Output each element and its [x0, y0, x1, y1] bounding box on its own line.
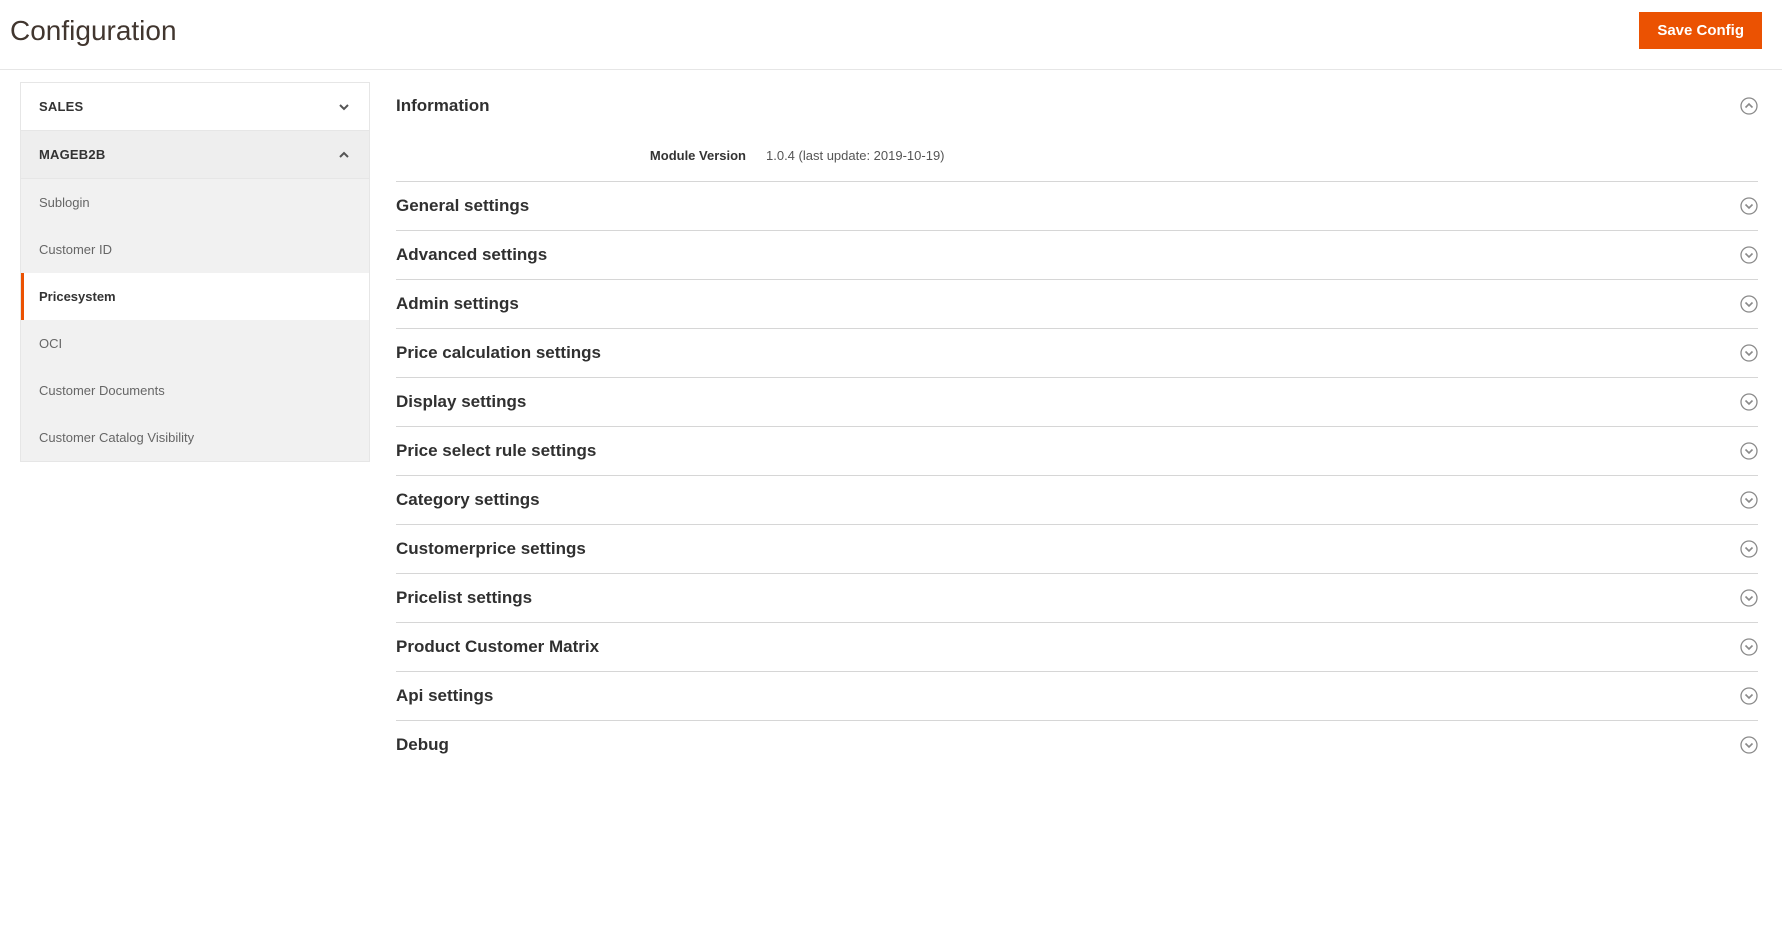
field-module-version: Module Version 1.0.4 (last update: 2019-…	[396, 148, 1758, 163]
sidebar-item-customer-documents[interactable]: Customer Documents	[21, 367, 369, 414]
sidebar-item-customer-catalog-visibility[interactable]: Customer Catalog Visibility	[21, 414, 369, 461]
sidebar-group-mageb2b[interactable]: MAGEB2B	[21, 131, 369, 179]
section-api-settings[interactable]: Api settings	[396, 672, 1758, 721]
section-title: Debug	[396, 735, 449, 755]
section-information-body: Module Version 1.0.4 (last update: 2019-…	[396, 130, 1758, 182]
section-title: Api settings	[396, 686, 493, 706]
section-title: General settings	[396, 196, 529, 216]
section-title: Product Customer Matrix	[396, 637, 599, 657]
chevron-up-icon	[337, 148, 351, 162]
sidebar-item-sublogin[interactable]: Sublogin	[21, 179, 369, 226]
section-customerprice-settings[interactable]: Customerprice settings	[396, 525, 1758, 574]
expand-down-icon	[1740, 442, 1758, 460]
section-information-header[interactable]: Information	[396, 96, 1758, 130]
section-debug[interactable]: Debug	[396, 721, 1758, 769]
section-title: Display settings	[396, 392, 526, 412]
expand-down-icon	[1740, 540, 1758, 558]
sidebar-group-label: SALES	[39, 99, 83, 114]
expand-down-icon	[1740, 246, 1758, 264]
chevron-down-icon	[337, 100, 351, 114]
sidebar-item-customer-id[interactable]: Customer ID	[21, 226, 369, 273]
sidebar-item-oci[interactable]: OCI	[21, 320, 369, 367]
expand-down-icon	[1740, 736, 1758, 754]
field-value: 1.0.4 (last update: 2019-10-19)	[766, 148, 945, 163]
section-advanced-settings[interactable]: Advanced settings	[396, 231, 1758, 280]
sidebar-item-pricesystem[interactable]: Pricesystem	[21, 273, 369, 320]
sidebar-group-sales[interactable]: SALES	[21, 83, 369, 131]
expand-down-icon	[1740, 687, 1758, 705]
expand-down-icon	[1740, 638, 1758, 656]
section-general-settings[interactable]: General settings	[396, 182, 1758, 231]
section-title: Customerprice settings	[396, 539, 586, 559]
section-price-calculation-settings[interactable]: Price calculation settings	[396, 329, 1758, 378]
section-title: Category settings	[396, 490, 540, 510]
layout: SALES MAGEB2B Sublogin Customer ID Price…	[0, 70, 1782, 769]
section-price-select-rule-settings[interactable]: Price select rule settings	[396, 427, 1758, 476]
expand-down-icon	[1740, 295, 1758, 313]
section-pricelist-settings[interactable]: Pricelist settings	[396, 574, 1758, 623]
section-title: Advanced settings	[396, 245, 547, 265]
expand-down-icon	[1740, 393, 1758, 411]
section-title: Price select rule settings	[396, 441, 596, 461]
collapse-up-icon	[1740, 97, 1758, 115]
field-label: Module Version	[396, 148, 746, 163]
section-title: Admin settings	[396, 294, 519, 314]
section-product-customer-matrix[interactable]: Product Customer Matrix	[396, 623, 1758, 672]
section-title: Pricelist settings	[396, 588, 532, 608]
section-display-settings[interactable]: Display settings	[396, 378, 1758, 427]
expand-down-icon	[1740, 589, 1758, 607]
section-title: Information	[396, 96, 490, 116]
config-sidebar: SALES MAGEB2B Sublogin Customer ID Price…	[20, 82, 370, 462]
expand-down-icon	[1740, 491, 1758, 509]
section-category-settings[interactable]: Category settings	[396, 476, 1758, 525]
page-header: Configuration Save Config	[0, 0, 1782, 70]
sidebar-group-label: MAGEB2B	[39, 147, 105, 162]
save-config-button[interactable]: Save Config	[1639, 12, 1762, 49]
section-admin-settings[interactable]: Admin settings	[396, 280, 1758, 329]
config-main: Information Module Version 1.0.4 (last u…	[396, 82, 1762, 769]
expand-down-icon	[1740, 197, 1758, 215]
page-title: Configuration	[10, 15, 177, 47]
section-title: Price calculation settings	[396, 343, 601, 363]
expand-down-icon	[1740, 344, 1758, 362]
